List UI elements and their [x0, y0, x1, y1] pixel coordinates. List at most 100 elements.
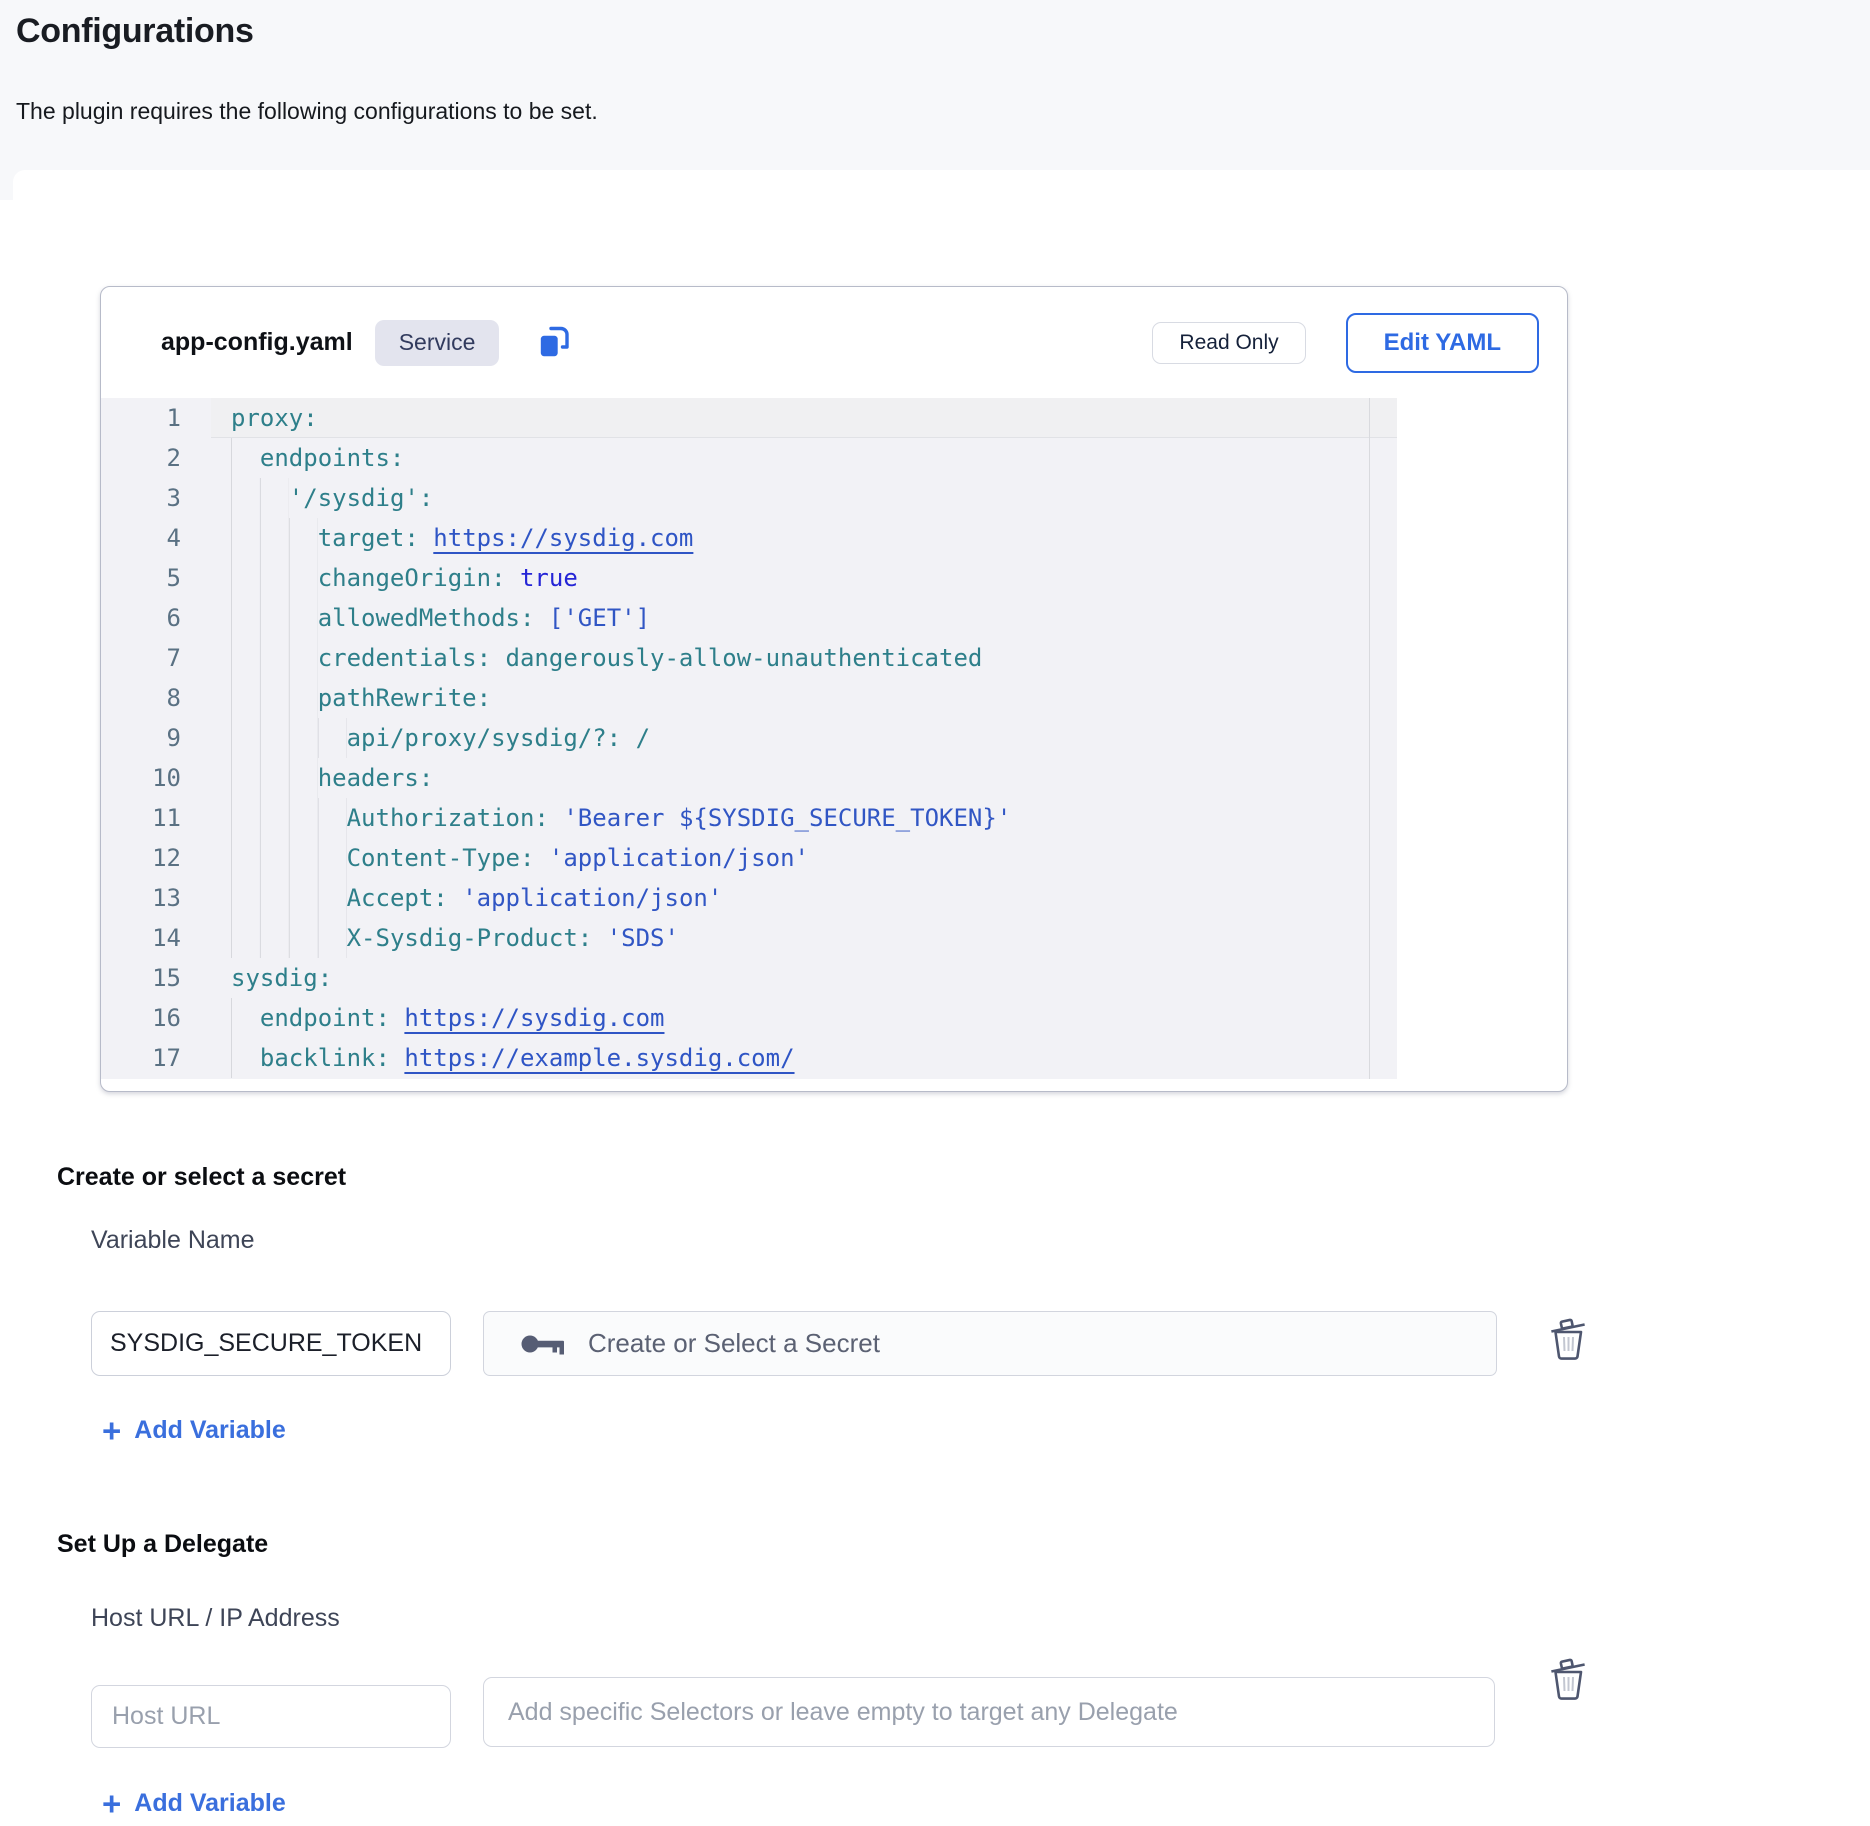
- code-token: [549, 804, 563, 832]
- indent-guide: [231, 878, 347, 918]
- code-token: [390, 1004, 404, 1032]
- secret-select-placeholder: Create or Select a Secret: [588, 1328, 880, 1359]
- host-url-input[interactable]: [91, 1685, 451, 1748]
- code-token: dangerously-allow-unauthenticated: [506, 644, 983, 672]
- code-line: 3 '/sysdig':: [101, 478, 1397, 518]
- code-token: endpoints:: [260, 444, 405, 472]
- code-link[interactable]: https://example.sysdig.com/: [404, 1044, 794, 1072]
- line-number: 5: [101, 558, 211, 598]
- code-token: [534, 604, 548, 632]
- delete-variable-button[interactable]: [1546, 1313, 1592, 1363]
- copy-button[interactable]: [533, 321, 577, 365]
- read-only-button[interactable]: Read Only: [1152, 322, 1305, 364]
- add-variable-label: Add Variable: [134, 1416, 285, 1445]
- line-number: 11: [101, 798, 211, 838]
- plus-icon: +: [102, 1417, 121, 1445]
- code-link[interactable]: https://sysdig.com: [433, 524, 693, 552]
- delete-delegate-button[interactable]: [1546, 1653, 1592, 1703]
- code-token: proxy:: [231, 404, 318, 432]
- line-number: 2: [101, 438, 211, 478]
- code-line: 16 endpoint: https://sysdig.com: [101, 998, 1397, 1038]
- copy-icon: [535, 323, 575, 363]
- code-line: 6allowedMethods: ['GET']: [101, 598, 1397, 638]
- code-line-content: Accept: 'application/json': [211, 878, 1397, 918]
- line-number: 15: [101, 958, 211, 998]
- code-line-content: proxy:: [211, 398, 1397, 438]
- line-number: 7: [101, 638, 211, 678]
- code-token: 'application/json': [462, 884, 722, 912]
- service-badge: Service: [375, 320, 500, 366]
- code-lines: 1 proxy: 2 endpoints: 3 '/sysdig': 4 target: ht…: [101, 398, 1397, 1078]
- code-token: target:: [318, 524, 419, 552]
- indent-guide: [231, 478, 289, 518]
- code-token: ['GET']: [549, 604, 650, 632]
- code-line-content: api/proxy/sysdig/?: /: [211, 718, 1397, 758]
- page-subtitle: The plugin requires the following config…: [16, 98, 598, 125]
- trash-icon: [1546, 1653, 1592, 1703]
- code-line-content: sysdig:: [211, 958, 1397, 998]
- code-link[interactable]: https://sysdig.com: [404, 1004, 664, 1032]
- secret-section-heading: Create or select a secret: [57, 1163, 346, 1192]
- indent-guide: [231, 438, 260, 478]
- code-token: [621, 724, 635, 752]
- code-token: allowedMethods:: [318, 604, 535, 632]
- line-number: 3: [101, 478, 211, 518]
- code-line-content: endpoints:: [211, 438, 1397, 478]
- add-variable-label: Add Variable: [134, 1789, 285, 1818]
- host-url-label: Host URL / IP Address: [91, 1604, 340, 1633]
- code-line-content: headers:: [211, 758, 1397, 798]
- code-line-content: X-Sysdig-Product: 'SDS': [211, 918, 1397, 958]
- line-number: 1: [101, 398, 211, 438]
- indent-guide: [231, 558, 318, 598]
- code-line: 7credentials: dangerously-allow-unauthen…: [101, 638, 1397, 678]
- code-token: [419, 524, 433, 552]
- code-token: '/sysdig':: [289, 484, 434, 512]
- edit-yaml-button[interactable]: Edit YAML: [1346, 313, 1539, 373]
- line-number: 4: [101, 518, 211, 558]
- code-token: [390, 1044, 404, 1072]
- indent-guide: [231, 838, 347, 878]
- line-number: 12: [101, 838, 211, 878]
- code-line-content: Content-Type: 'application/json': [211, 838, 1397, 878]
- code-token: changeOrigin:: [318, 564, 506, 592]
- code-line-content: backlink: https://example.sysdig.com/: [211, 1038, 1397, 1078]
- line-number: 13: [101, 878, 211, 918]
- add-delegate-variable-button[interactable]: + Add Variable: [102, 1789, 286, 1818]
- code-token: X-Sysdig-Product:: [347, 924, 593, 952]
- code-token: Authorization:: [347, 804, 549, 832]
- code-token: 'application/json': [549, 844, 809, 872]
- key-icon: [520, 1331, 568, 1357]
- code-token: Accept:: [347, 884, 448, 912]
- code-token: true: [520, 564, 578, 592]
- indent-guide: [231, 518, 318, 558]
- code-token: endpoint:: [260, 1004, 390, 1032]
- code-line: 14X-Sysdig-Product: 'SDS': [101, 918, 1397, 958]
- configurations-page: Configurations The plugin requires the f…: [0, 0, 1870, 1826]
- indent-guide: [231, 718, 347, 758]
- secret-select[interactable]: Create or Select a Secret: [483, 1311, 1497, 1376]
- code-line: 17backlink: https://example.sysdig.com/: [101, 1038, 1397, 1078]
- variable-name-label: Variable Name: [91, 1226, 255, 1255]
- editor-scrollbar[interactable]: [1369, 398, 1397, 1079]
- variable-name-input[interactable]: [91, 1311, 451, 1376]
- line-number: 16: [101, 998, 211, 1038]
- indent-guide: [231, 798, 347, 838]
- code-token: [491, 644, 505, 672]
- code-line-content: '/sysdig':: [211, 478, 1397, 518]
- code-token: credentials:: [318, 644, 491, 672]
- code-token: headers:: [318, 764, 434, 792]
- code-line: 1 proxy:: [101, 398, 1397, 438]
- code-token: Content-Type:: [347, 844, 535, 872]
- add-variable-button[interactable]: + Add Variable: [102, 1416, 286, 1445]
- delegate-section-heading: Set Up a Delegate: [57, 1530, 268, 1559]
- delegate-selectors-input[interactable]: [483, 1677, 1495, 1747]
- indent-guide: [231, 758, 318, 798]
- code-line: 11Authorization: 'Bearer ${SYSDIG_SECURE…: [101, 798, 1397, 838]
- code-line-content: credentials: dangerously-allow-unauthent…: [211, 638, 1397, 678]
- indent-guide: [231, 638, 318, 678]
- code-token: /: [636, 724, 650, 752]
- editor-header: app-config.yaml Service Read Only Edit Y…: [101, 287, 1567, 398]
- yaml-code-editor[interactable]: 1 proxy: 2 endpoints: 3 '/sysdig': 4 target: ht…: [101, 398, 1397, 1079]
- code-token: sysdig:: [231, 964, 332, 992]
- code-token: [506, 564, 520, 592]
